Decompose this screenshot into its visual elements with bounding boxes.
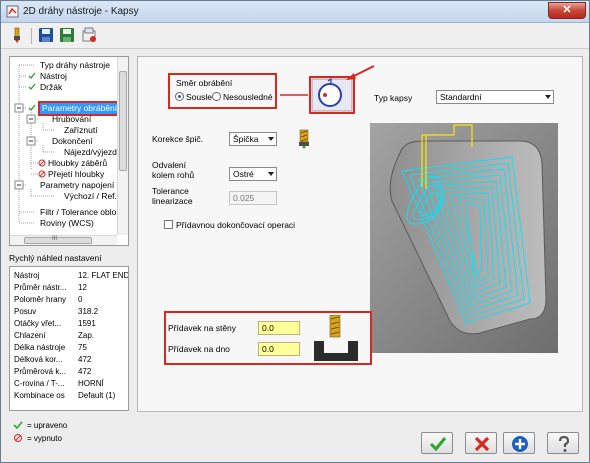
tree-item-entry[interactable]: Zaříznutí — [64, 125, 98, 136]
preview-title: Rychlý náhled nastavení — [9, 253, 102, 263]
tree-item-arc-filter[interactable]: Filtr / Tolerance oblouků — [40, 207, 128, 218]
preview-row: Průměr nástr... 12 — [14, 283, 87, 292]
stock-floor-label: Přídavek na dno — [168, 344, 230, 354]
check-icon — [429, 437, 447, 452]
conventional-label[interactable]: Nesousledné — [223, 92, 273, 102]
x-icon — [474, 436, 490, 452]
pocket-type-label: Typ kapsy — [374, 93, 413, 103]
compensation-value: Špička — [233, 134, 259, 144]
preview-row: Posuv 318.2 — [14, 307, 99, 316]
corner-roll-dropdown[interactable]: Ostré — [229, 167, 277, 181]
tool-tip-icon — [299, 129, 309, 149]
dialog-window: 2D dráhy nástroje - Kapsy ✕ Typ dráhy ná… — [0, 0, 590, 463]
ok-button[interactable] — [421, 432, 453, 454]
stock-floor-value: 0.0 — [262, 344, 274, 354]
export-icon[interactable] — [81, 27, 97, 43]
close-icon: ✕ — [562, 4, 572, 16]
tree-item-depth-cuts[interactable]: Hloubky záběrů — [48, 158, 107, 169]
preview-row: Chlazení Zap. — [14, 331, 95, 340]
direction-diagram — [280, 65, 375, 114]
finish-operation-checkbox[interactable] — [164, 220, 173, 229]
toolbar — [1, 23, 589, 49]
compensation-dropdown[interactable]: Špička — [229, 132, 277, 146]
help-button[interactable] — [547, 432, 579, 454]
toolbar-separator — [31, 28, 32, 44]
pocket-toolpath-preview — [370, 123, 558, 353]
preview-row: Nástroj12. FLAT END... — [14, 271, 128, 280]
direction-group-label: Směr obrábění — [176, 78, 233, 88]
climb-label[interactable]: Sousle — [186, 92, 212, 102]
tolerance-input: 0.025 — [229, 191, 277, 205]
parameters-panel: Směr obrábění Sousle Nesousledné Typ kap… — [137, 56, 583, 412]
tree-item-finishing[interactable]: Dokončení — [52, 136, 93, 147]
tolerance-label-1: Tolerance — [152, 186, 189, 196]
help-icon — [558, 435, 570, 452]
tree-vscroll-thumb[interactable] — [119, 71, 127, 171]
plus-icon — [512, 436, 528, 452]
climb-radio[interactable] — [175, 92, 184, 101]
compensation-label: Korekce špič. — [152, 134, 204, 144]
tree-item-holder[interactable]: Držák — [40, 82, 62, 93]
quick-preview-list: Nástroj12. FLAT END... Průměr nástr...12… — [9, 266, 129, 411]
tree-item-lead-in-out[interactable]: Nájezd/výjezd — [64, 147, 117, 158]
stock-walls-input[interactable]: 0.0 — [258, 321, 300, 335]
tree-item-planes[interactable]: Roviny (WCS) — [40, 218, 94, 229]
tree-item-toolpath-type[interactable]: Typ dráhy nástroje — [40, 60, 110, 71]
scroll-grip: III — [52, 236, 58, 242]
legend-disabled: = vypnuto — [27, 434, 62, 443]
tree-item-linking-parameters[interactable]: Parametry napojení — [40, 180, 114, 191]
tree-vertical-scrollbar[interactable] — [117, 57, 128, 235]
corner-roll-label-2: kolem rohů — [152, 170, 195, 180]
tree-item-break-through[interactable]: Přejetí hloubky — [48, 169, 104, 180]
parameter-tree: Typ dráhy nástroje Nástroj Držák Paramet… — [9, 56, 129, 246]
finish-operation-label[interactable]: Přídavnou dokončovací operaci — [176, 220, 295, 230]
corner-roll-label-1: Odvalení — [152, 160, 187, 170]
tool-icon[interactable] — [9, 27, 25, 43]
tree-item-roughing[interactable]: Hrubování — [52, 114, 91, 125]
check-legend-icon — [13, 421, 23, 430]
preview-row: Délková kor... 472 — [14, 355, 92, 364]
chevron-down-icon — [268, 172, 274, 176]
cancel-button[interactable] — [465, 432, 497, 454]
stock-walls-value: 0.0 — [262, 323, 274, 333]
preview-row: C-rovina / T-... HORNÍ — [14, 379, 104, 388]
tolerance-label-2: linearizace — [152, 196, 193, 206]
app-icon — [6, 5, 19, 18]
close-button[interactable]: ✕ — [548, 2, 586, 19]
save-as-icon[interactable] — [59, 27, 75, 43]
tree-item-cut-parameters[interactable]: Parametry obrábění — [37, 101, 122, 116]
stock-diagram — [314, 315, 358, 361]
preview-row: Otáčky vřet... 1591 — [14, 319, 96, 328]
disabled-legend-icon — [14, 434, 22, 442]
stock-floor-input[interactable]: 0.0 — [258, 342, 300, 356]
corner-roll-value: Ostré — [233, 169, 254, 179]
legend-edited: = upraveno — [27, 421, 68, 430]
tree-horizontal-scrollbar[interactable]: III — [10, 235, 117, 245]
tree-hscroll-thumb[interactable] — [24, 237, 92, 244]
conventional-radio[interactable] — [212, 92, 221, 101]
chevron-down-icon — [268, 137, 274, 141]
window-title: 2D dráhy nástroje - Kapsy — [23, 6, 139, 17]
preview-row: Průměrová k... 472 — [14, 367, 92, 376]
pocket-type-value: Standardní — [440, 92, 482, 102]
add-button[interactable] — [503, 432, 535, 454]
pocket-type-dropdown[interactable]: Standardní — [436, 90, 554, 104]
save-icon[interactable] — [38, 27, 54, 43]
tolerance-value: 0.025 — [233, 193, 255, 203]
preview-row: Délka nástroje 75 — [14, 343, 87, 352]
chevron-down-icon — [545, 95, 551, 99]
preview-row: Kombinace os Default (1) — [14, 391, 116, 400]
stock-walls-label: Přídavek na stěny — [168, 323, 237, 333]
preview-row: Poloměr hrany 0 — [14, 295, 83, 304]
title-bar: 2D dráhy nástroje - Kapsy ✕ — [1, 1, 589, 23]
tree-item-tool[interactable]: Nástroj — [40, 71, 67, 82]
